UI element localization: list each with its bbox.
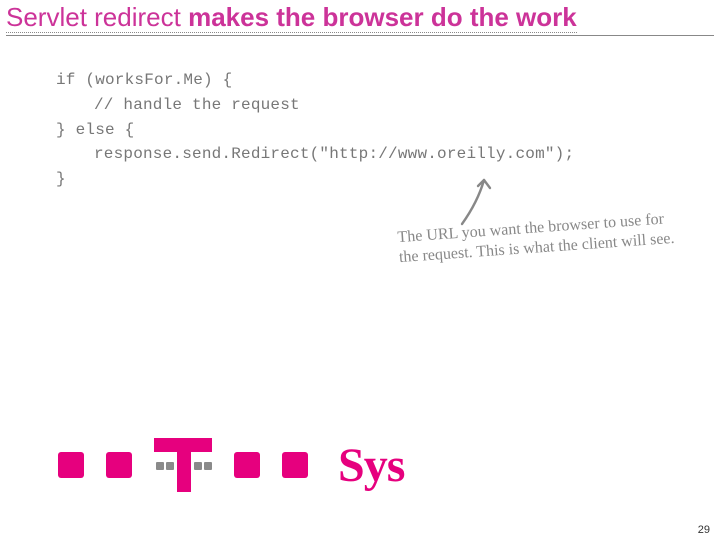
page-number: 29 bbox=[698, 524, 710, 536]
slide-title-block: Servlet redirect makes the browser do th… bbox=[0, 0, 720, 38]
logo-square-icon bbox=[106, 452, 132, 478]
logo-square-icon bbox=[58, 452, 84, 478]
handwritten-annotation: The URL you want the browser to use for … bbox=[397, 208, 689, 268]
code-line-4: response.send.Redirect("http://www.oreil… bbox=[56, 142, 574, 167]
slide-title-part2: makes the browser do the work bbox=[188, 2, 577, 32]
title-underline bbox=[6, 35, 714, 36]
logo-word: Sys bbox=[338, 438, 404, 493]
code-line-1: if (worksFor.Me) { bbox=[56, 68, 574, 93]
code-line-3: } else { bbox=[56, 118, 574, 143]
slide-title: Servlet redirect makes the browser do th… bbox=[6, 2, 577, 33]
logo-square-icon bbox=[282, 452, 308, 478]
logo-t-glyph-icon bbox=[154, 438, 212, 492]
slide-title-part1: Servlet redirect bbox=[6, 2, 188, 32]
logo-square-icon bbox=[234, 452, 260, 478]
code-line-2: // handle the request bbox=[56, 93, 574, 118]
brand-logo: Sys bbox=[58, 432, 678, 498]
